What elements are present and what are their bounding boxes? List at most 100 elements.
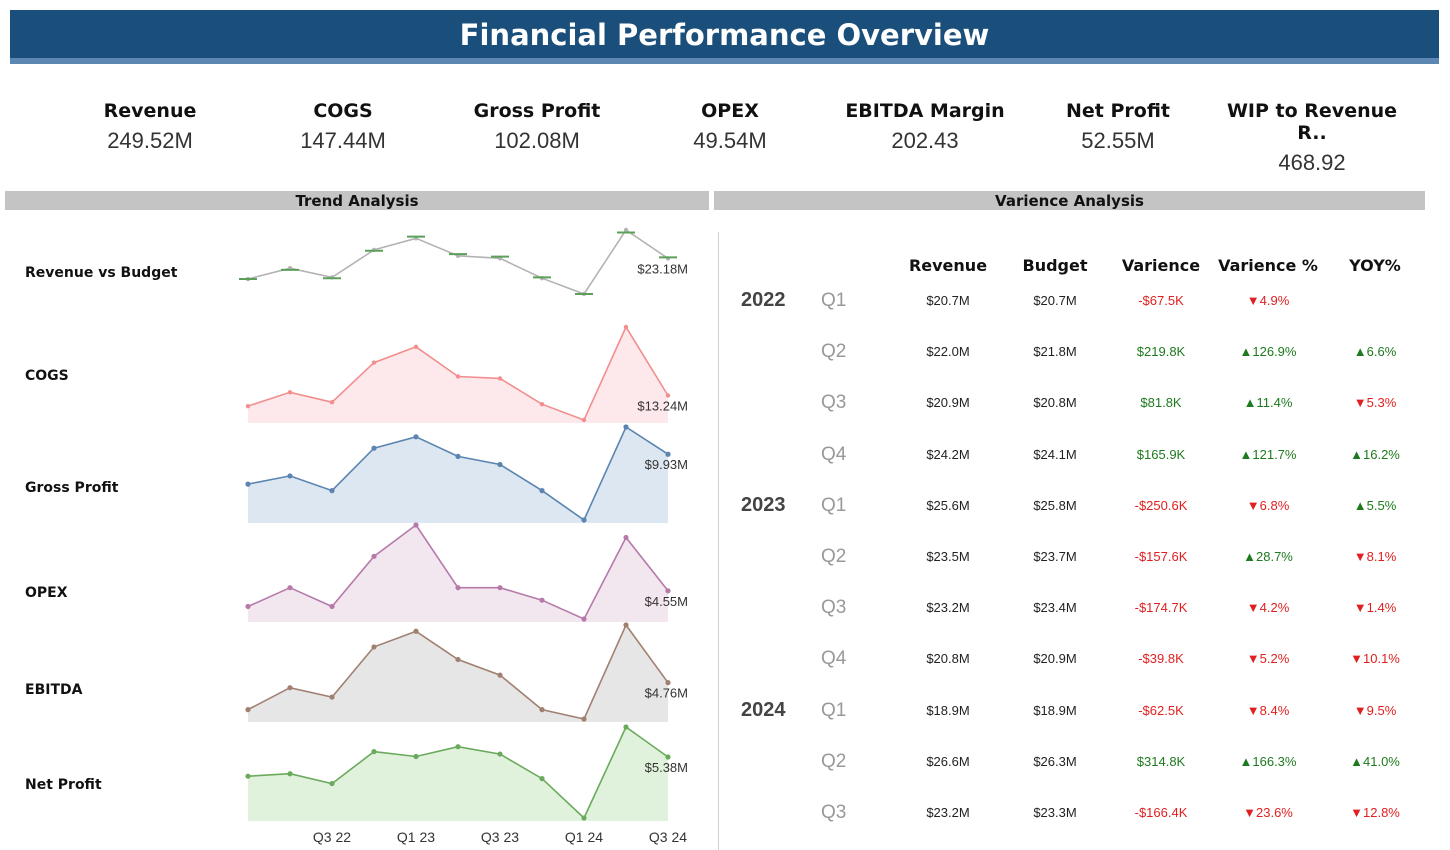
kpi-value: 249.52M: [107, 128, 193, 153]
variance-year-label: 2023: [741, 493, 786, 516]
trend-sparklines-chart: $23.18M $13.24M $9.93M $4.55M $4.76M $5.38M Q3…: [239, 227, 688, 845]
series-point: [371, 748, 377, 755]
variance-cell-yoy: ▼10.1%: [1350, 651, 1400, 667]
series-point: [245, 707, 251, 713]
variance-quarter-label: Q2: [821, 546, 847, 567]
variance-cell-yoy: ▲6.6%: [1353, 344, 1397, 360]
variance-cell-yoy: ▼12.8%: [1350, 805, 1400, 820]
variance-cell-rev: $23.2M: [926, 805, 970, 820]
trend-row-label: Gross Profit: [25, 480, 119, 496]
series-point: [329, 603, 335, 610]
x-tick-label: Q3 22: [313, 829, 351, 845]
variance-quarter-label: Q3: [821, 597, 847, 619]
kpi-card: Revenue 249.52M: [55, 100, 245, 154]
variance-cell-var: -$62.5K: [1138, 702, 1184, 718]
variance-column-header: Revenue: [908, 256, 988, 275]
variance-cell-var: -$39.8K: [1138, 651, 1184, 667]
kpi-label: Revenue: [103, 100, 197, 122]
series-point: [455, 374, 461, 379]
variance-cell-var: -$157.6K: [1134, 549, 1188, 564]
variance-cell-rev: $25.6M: [926, 497, 970, 513]
kpi-label: Gross Profit: [473, 100, 601, 122]
variance-cell-bud: $20.9M: [1033, 651, 1077, 667]
kpi-label: WIP to Revenue R..: [1226, 100, 1398, 144]
variance-quarter-label: Q1: [821, 699, 847, 721]
series-end-label: $5.38M: [645, 760, 688, 775]
series-point: [455, 656, 461, 663]
x-tick-label: Q1 23: [397, 829, 435, 845]
variance-cell-var: $165.9K: [1136, 446, 1186, 462]
series-point: [497, 461, 503, 468]
variance-cell-rev: $22.0M: [926, 344, 970, 360]
series-point: [245, 403, 251, 409]
trend-row-label: Revenue vs Budget: [25, 265, 178, 281]
series-point: [455, 585, 461, 591]
variance-cell-pct: ▲28.7%: [1243, 549, 1293, 564]
series-point: [245, 603, 251, 610]
series-point: [371, 360, 377, 365]
variance-cell-bud: $23.4M: [1033, 600, 1077, 616]
series-point: [665, 754, 671, 760]
series-end-label: $4.76M: [645, 686, 688, 701]
variance-cell-bud: $18.9M: [1033, 702, 1077, 718]
kpi-label: EBITDA Margin: [845, 100, 1005, 122]
variance-cell-rev: $24.2M: [926, 446, 970, 462]
kpi-card: OPEX 49.54M: [635, 100, 825, 154]
kpi-label: Net Profit: [1066, 100, 1170, 122]
variance-cell-bud: $25.8M: [1033, 497, 1077, 513]
series-point: [581, 417, 587, 423]
variance-cell-pct: ▼8.4%: [1246, 702, 1290, 718]
trend-section-header: Trend Analysis: [5, 191, 709, 210]
series-point: [413, 753, 419, 760]
panel-divider: [718, 232, 719, 850]
variance-cell-rev: $20.8M: [926, 651, 970, 667]
variance-column-header: Varience %: [1218, 256, 1318, 275]
variance-cell-rev: $20.9M: [926, 395, 970, 411]
variance-cell-bud: $23.3M: [1033, 805, 1077, 820]
series-point: [287, 771, 293, 777]
variance-cell-yoy: ▲16.2%: [1350, 446, 1400, 462]
variance-year-label: 2024: [741, 698, 786, 721]
series-point: [497, 751, 503, 757]
variance-cell-yoy: ▼1.4%: [1353, 600, 1397, 616]
series-point: [581, 815, 587, 821]
series-point: [371, 445, 377, 451]
variance-cell-bud: $20.8M: [1033, 395, 1077, 411]
series-point: [413, 628, 419, 634]
kpi-label: COGS: [313, 100, 373, 122]
series-point: [455, 453, 461, 459]
kpi-label: OPEX: [701, 100, 759, 122]
kpi-value: 52.55M: [1081, 128, 1155, 153]
variance-cell-rev: $20.7M: [926, 293, 970, 308]
variance-cell-bud: $24.1M: [1033, 446, 1077, 462]
kpi-card: Net Profit 52.55M: [1023, 100, 1213, 154]
variance-cell-var: -$67.5K: [1138, 293, 1184, 308]
variance-cell-bud: $26.3M: [1033, 753, 1077, 769]
variance-cell-pct: ▼6.8%: [1246, 497, 1290, 513]
series-point: [329, 488, 335, 494]
variance-cell-pct: ▲166.3%: [1239, 753, 1297, 769]
series-point: [539, 707, 545, 713]
series-point: [413, 522, 419, 528]
variance-cell-pct: ▼4.9%: [1246, 293, 1290, 308]
variance-quarter-label: Q1: [821, 494, 847, 516]
series-point: [497, 585, 503, 591]
trend-row-label: COGS: [25, 368, 69, 384]
series-point: [623, 534, 629, 541]
series-point: [623, 622, 629, 628]
variance-quarter-label: Q2: [821, 750, 847, 772]
series-point: [539, 597, 545, 603]
variance-cell-pct: ▲121.7%: [1239, 446, 1297, 462]
x-tick-label: Q3 24: [649, 829, 687, 845]
variance-quarter-label: Q4: [821, 648, 847, 670]
series-point: [623, 424, 629, 430]
variance-cell-bud: $20.7M: [1033, 293, 1077, 308]
kpi-card: Gross Profit 102.08M: [442, 100, 632, 154]
variance-cell-yoy: ▼9.5%: [1353, 702, 1397, 718]
variance-cell-yoy: ▲41.0%: [1350, 753, 1400, 769]
variance-quarter-label: Q3: [821, 802, 847, 823]
x-tick-label: Q1 24: [565, 829, 603, 845]
kpi-value: 147.44M: [300, 128, 386, 153]
variance-cell-yoy: ▼5.3%: [1353, 395, 1397, 411]
variance-cell-var: -$174.7K: [1134, 600, 1188, 616]
